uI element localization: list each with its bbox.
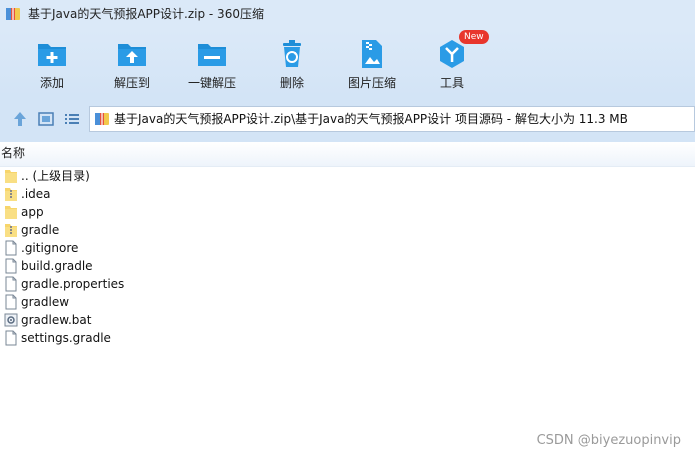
- file-list: .. (上级目录) .idea app gradle .gitignore bu…: [0, 166, 695, 458]
- file-name: build.gradle: [21, 259, 93, 273]
- list-item[interactable]: gradle.properties: [0, 275, 200, 293]
- up-arrow-icon[interactable]: [11, 110, 29, 128]
- one-click-extract-icon: [198, 44, 226, 66]
- toolbar: 添加 解压到 一键解压 删除 图片压缩 New 工具: [0, 30, 695, 96]
- window-title: 基于Java的天气预报APP设计.zip - 360压缩: [28, 7, 264, 21]
- list-view-icon[interactable]: [63, 110, 81, 128]
- file-icon: [5, 240, 17, 256]
- delete-icon: [283, 40, 301, 67]
- file-name: gradle.properties: [21, 277, 125, 291]
- file-name: .idea: [21, 187, 51, 201]
- extract-to-label: 解压到: [113, 76, 150, 90]
- file-name: gradlew.bat: [21, 313, 92, 327]
- delete-button[interactable]: 删除: [252, 30, 332, 96]
- new-badge: New: [459, 30, 489, 44]
- one-click-extract-button[interactable]: 一键解压: [172, 30, 252, 96]
- add-button[interactable]: 添加: [12, 30, 92, 96]
- archive-icon: [95, 113, 109, 125]
- path-field[interactable]: 基于Java的天气预报APP设计.zip\基于Java的天气预报APP设计 项目…: [89, 106, 695, 132]
- list-item[interactable]: build.gradle: [0, 257, 200, 275]
- file-name: settings.gradle: [21, 331, 111, 345]
- tools-label: 工具: [439, 76, 464, 90]
- title-bar: 基于Java的天气预报APP设计.zip - 360压缩: [0, 0, 695, 30]
- image-compress-label: 图片压缩: [347, 76, 396, 90]
- list-item[interactable]: .. (上级目录): [0, 167, 200, 185]
- archive-icon: [6, 8, 20, 20]
- list-item[interactable]: gradlew.bat: [0, 311, 200, 329]
- file-name: .gitignore: [21, 241, 79, 255]
- file-icon: [5, 258, 17, 274]
- add-icon: [38, 44, 66, 66]
- extract-to-button[interactable]: 解压到: [92, 30, 172, 96]
- image-compress-button[interactable]: 图片压缩: [332, 30, 412, 96]
- folder-icon: [5, 188, 17, 201]
- watermark: CSDN @biyezuopinvip: [536, 433, 681, 448]
- tools-button[interactable]: New 工具: [412, 30, 492, 96]
- list-item[interactable]: gradle: [0, 221, 200, 239]
- file-icon: [5, 294, 17, 310]
- path-text: 基于Java的天气预报APP设计.zip\基于Java的天气预报APP设计 项目…: [114, 112, 628, 126]
- delete-label: 删除: [279, 76, 304, 90]
- file-icon: [5, 276, 17, 292]
- file-icon: [5, 330, 17, 346]
- list-header: 名称: [0, 142, 695, 167]
- address-bar: 基于Java的天气预报APP设计.zip\基于Java的天气预报APP设计 项目…: [0, 96, 695, 142]
- folder-icon: [5, 170, 17, 183]
- file-name: gradle: [21, 223, 60, 237]
- one-click-extract-label: 一键解压: [187, 76, 236, 90]
- column-header-name[interactable]: 名称: [1, 146, 25, 160]
- file-name: gradlew: [21, 295, 70, 309]
- add-label: 添加: [39, 76, 64, 90]
- batch-file-icon: [4, 313, 18, 327]
- image-compress-icon: [362, 40, 382, 68]
- extract-to-icon: [118, 44, 146, 66]
- thumbnail-view-icon[interactable]: [37, 110, 55, 128]
- file-name: app: [21, 205, 44, 219]
- file-name: .. (上级目录): [21, 169, 90, 183]
- list-item[interactable]: settings.gradle: [0, 329, 200, 347]
- list-item[interactable]: app: [0, 203, 200, 221]
- folder-icon: [5, 206, 17, 219]
- folder-icon: [5, 224, 17, 237]
- list-item[interactable]: .gitignore: [0, 239, 200, 257]
- list-item[interactable]: gradlew: [0, 293, 200, 311]
- list-item[interactable]: .idea: [0, 185, 200, 203]
